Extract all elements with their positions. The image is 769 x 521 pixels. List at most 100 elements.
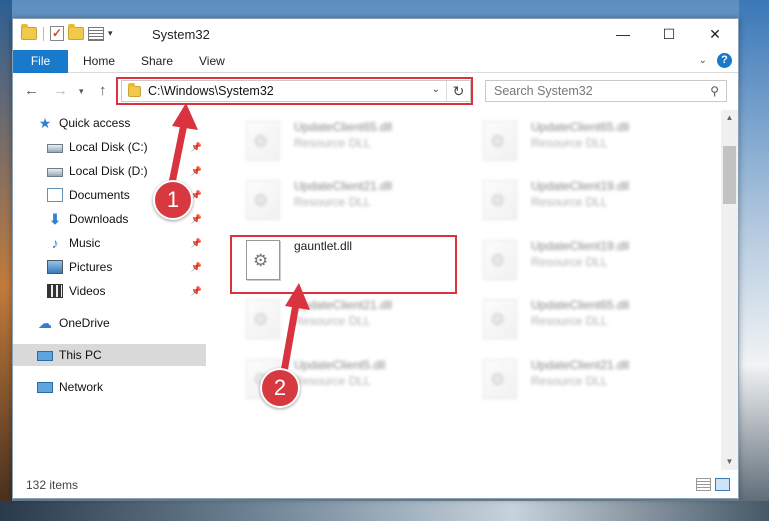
pin-icon[interactable]: 📌: [191, 166, 202, 177]
list-item[interactable]: UpdateClient65.dll Resource DLL: [471, 293, 691, 343]
step-badge-1: 1: [153, 180, 193, 220]
sidebar-item-label: Documents: [69, 188, 130, 202]
pin-icon[interactable]: 📌: [191, 286, 202, 297]
ribbon-right-controls: ⌄ ?: [699, 53, 732, 68]
file-type: Resource DLL: [294, 314, 371, 328]
dll-file-icon: [246, 180, 280, 220]
scroll-up-arrow-icon[interactable]: ▲: [721, 110, 738, 126]
dll-file-icon: [483, 180, 517, 220]
dll-file-icon: [483, 359, 517, 399]
sidebar-item-label: Music: [69, 236, 101, 250]
sidebar-item-label: Videos: [69, 284, 106, 298]
pin-icon[interactable]: 📌: [191, 262, 202, 273]
forward-arrow-icon[interactable]: →: [53, 82, 68, 99]
file-type: Resource DLL: [294, 136, 371, 150]
network-icon: [37, 381, 53, 393]
cloud-icon: ☁: [38, 315, 52, 331]
list-item[interactable]: UpdateClient21.dll Resource DLL: [234, 174, 454, 224]
dll-file-icon: [246, 299, 280, 339]
sidebar-item-label: OneDrive: [59, 316, 110, 330]
sidebar-item-local-disk-d[interactable]: Local Disk (D:) 📌: [13, 160, 206, 182]
minimize-button[interactable]: —: [600, 19, 646, 49]
videos-icon: [47, 284, 63, 298]
sidebar-item-label: Downloads: [69, 212, 129, 226]
pin-icon[interactable]: 📌: [191, 238, 202, 249]
download-icon: ⬇: [49, 211, 61, 227]
pin-icon[interactable]: 📌: [191, 214, 202, 225]
file-name: UpdateClient65.dll: [531, 120, 630, 134]
star-icon: ★: [38, 115, 52, 131]
file-type: Resource DLL: [294, 374, 371, 388]
up-arrow-icon[interactable]: ↑: [99, 82, 107, 99]
scrollbar-thumb[interactable]: [723, 146, 736, 204]
step-badge-2: 2: [260, 368, 300, 408]
sidebar-item-videos[interactable]: Videos 📌: [13, 280, 206, 302]
tab-home[interactable]: Home: [83, 50, 115, 73]
vertical-scrollbar[interactable]: ▲ ▼: [721, 110, 738, 470]
file-type: Resource DLL: [531, 374, 608, 388]
sidebar-item-music[interactable]: ♪ Music 📌: [13, 232, 206, 254]
search-icon[interactable]: ⚲: [710, 81, 719, 101]
pc-icon: [37, 350, 53, 361]
tab-view[interactable]: View: [199, 50, 225, 73]
sidebar-item-onedrive[interactable]: ☁ OneDrive: [13, 312, 206, 334]
new-folder-icon[interactable]: [68, 24, 84, 40]
disk-icon: [47, 168, 63, 177]
dll-file-icon: [483, 121, 517, 161]
file-type: Resource DLL: [531, 195, 608, 209]
sidebar-item-network[interactable]: Network: [13, 376, 206, 398]
sidebar-item-quick-access[interactable]: ★ Quick access: [13, 112, 206, 134]
ribbon-tabs: File Home Share View ⌄ ?: [13, 50, 738, 73]
pictures-icon: [47, 260, 63, 274]
music-icon: ♪: [51, 235, 59, 251]
dll-file-icon: [483, 240, 517, 280]
list-item[interactable]: UpdateClient65.dll Resource DLL: [471, 115, 691, 165]
list-item[interactable]: UpdateClient19.dll Resource DLL: [471, 174, 691, 224]
help-icon[interactable]: ?: [717, 53, 732, 68]
item-count: 132 items: [26, 478, 79, 492]
sidebar-item-label: Local Disk (D:): [69, 164, 148, 178]
desktop-background-bottom: [0, 501, 769, 521]
file-name: UpdateClient65.dll: [531, 298, 630, 312]
properties-icon[interactable]: [88, 26, 104, 41]
disk-icon: [47, 144, 63, 153]
scroll-down-arrow-icon[interactable]: ▼: [721, 454, 738, 470]
folder-icon[interactable]: [21, 24, 37, 40]
maximize-button[interactable]: ☐: [646, 19, 692, 49]
close-button[interactable]: ✕: [692, 19, 738, 49]
large-icons-view-icon[interactable]: [715, 478, 730, 491]
details-view-icon[interactable]: [696, 478, 711, 491]
sidebar-item-label: Pictures: [69, 260, 113, 274]
tab-file[interactable]: File: [13, 50, 68, 73]
customize-toolbar-chevron-icon[interactable]: ▾: [108, 28, 113, 39]
file-type: Resource DLL: [531, 136, 608, 150]
file-name: UpdateClient21.dll: [294, 179, 393, 193]
quick-access-toolbar: ✓ ▾: [21, 24, 113, 41]
recent-locations-chevron-icon[interactable]: ▾: [79, 86, 84, 97]
pin-icon[interactable]: 📌: [191, 142, 202, 153]
sidebar-item-pictures[interactable]: Pictures 📌: [13, 256, 206, 278]
sidebar-item-label: This PC: [59, 348, 102, 362]
file-name: UpdateClient21.dll: [294, 298, 393, 312]
list-item[interactable]: UpdateClient19.dll Resource DLL: [471, 234, 691, 284]
file-type: Resource DLL: [531, 255, 608, 269]
tab-share[interactable]: Share: [141, 50, 173, 73]
expand-ribbon-chevron-icon[interactable]: ⌄: [699, 55, 707, 66]
title-bar: ✓ ▾ System32 — ☐ ✕: [13, 19, 738, 50]
properties-check-icon[interactable]: ✓: [50, 26, 64, 41]
view-toggle: [696, 478, 730, 491]
sidebar-item-local-disk-c[interactable]: Local Disk (C:) 📌: [13, 136, 206, 158]
list-item[interactable]: UpdateClient65.dll Resource DLL: [234, 115, 454, 165]
sidebar-item-this-pc[interactable]: This PC: [13, 344, 206, 366]
desktop-background-right: [739, 0, 769, 521]
navigation-pane: ★ Quick access Local Disk (C:) 📌 Local D…: [13, 110, 206, 470]
file-name: UpdateClient19.dll: [531, 179, 630, 193]
file-highlight-box: [230, 235, 457, 294]
back-arrow-icon[interactable]: ←: [24, 82, 39, 99]
address-highlight-box: [116, 77, 473, 105]
desktop-background-left: [0, 0, 12, 521]
list-item[interactable]: UpdateClient21.dll Resource DLL: [234, 293, 454, 343]
search-input[interactable]: Search System32 ⚲: [485, 80, 727, 102]
toolbar-separator: [43, 26, 44, 41]
list-item[interactable]: UpdateClient21.dll Resource DLL: [471, 353, 691, 403]
